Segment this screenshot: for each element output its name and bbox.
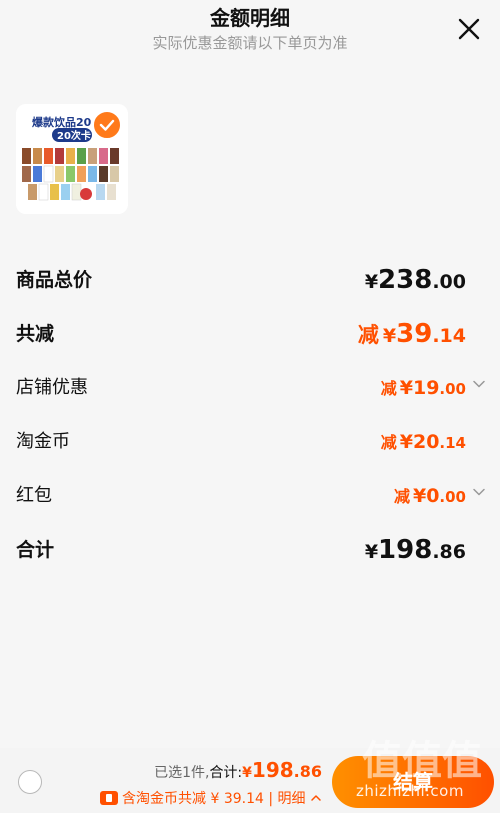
currency-symbol: ¥: [399, 377, 413, 399]
currency-symbol: ¥: [242, 765, 252, 781]
product-image-text-1: 爆款饮品20: [32, 115, 92, 129]
taojinbi-amount: 减 ¥20.14: [381, 429, 466, 453]
chevron-down-icon[interactable]: [472, 377, 486, 391]
red-packet-row[interactable]: 红包 减 ¥0.00: [16, 481, 485, 511]
total-reduce-row: 共减 减 ¥39.14: [16, 319, 466, 349]
close-icon[interactable]: [456, 16, 482, 42]
sheet-header: 金额明细 实际优惠金额请以下单页为准: [0, 0, 500, 60]
red-packet-label: 红包: [16, 485, 52, 506]
amount-detail-sheet: 金额明细 实际优惠金额请以下单页为准 爆款饮品20 20次卡 商品总价 ¥238…: [0, 0, 500, 813]
amount-decimal: .14: [439, 434, 466, 452]
shop-discount-label: 店铺优惠: [16, 377, 88, 398]
watermark-text: zhizhizhi.com: [356, 782, 464, 800]
total-value: ¥198.86: [242, 758, 322, 782]
amount-decimal: .00: [439, 380, 466, 398]
currency-symbol: ¥: [382, 325, 397, 347]
product-image-text-2: 20次卡: [57, 129, 91, 142]
amount-integer: 19: [412, 377, 440, 399]
amount-integer: 0: [426, 485, 440, 507]
amount-integer: 20: [412, 431, 440, 453]
goods-total-amount: ¥238.00: [365, 265, 466, 295]
grand-total-amount: ¥198.86: [365, 535, 466, 565]
grand-total-row: 合计 ¥198.86: [16, 535, 466, 565]
checkout-bar: 已选1件,合计:¥198.86 含淘金币共减 ¥ 39.14 | 明细 结算: [0, 748, 500, 813]
amount-integer: 198: [378, 535, 433, 565]
amount-integer: 198: [251, 758, 294, 782]
currency-symbol: ¥: [364, 271, 379, 293]
coupon-icon: [100, 791, 119, 805]
amount-decimal: .86: [432, 541, 466, 563]
sheet-subtitle: 实际优惠金额请以下单页为准: [152, 34, 348, 52]
shop-discount-row[interactable]: 店铺优惠 减 ¥19.00: [16, 373, 485, 403]
goods-total-label: 商品总价: [16, 269, 93, 291]
goods-total-row: 商品总价 ¥238.00: [16, 265, 466, 295]
selected-summary: 已选1件,合计:¥198.86: [154, 758, 322, 782]
chevron-up-icon: [311, 795, 321, 801]
product-selected-check[interactable]: [92, 110, 122, 140]
amount-decimal: .00: [432, 271, 466, 293]
total-label: 合计:: [209, 765, 243, 781]
taojinbi-row: 淘金币 减 ¥20.14: [16, 427, 466, 457]
amount-decimal: .00: [439, 488, 466, 506]
reduce-prefix: 减: [393, 487, 410, 506]
currency-symbol: ¥: [399, 431, 413, 453]
currency-symbol: ¥: [364, 541, 379, 563]
shop-discount-amount: 减 ¥19.00: [381, 375, 466, 399]
amount-decimal: .86: [293, 762, 322, 781]
reduce-prefix: 减: [357, 323, 379, 347]
amount-integer: 39: [396, 319, 433, 349]
coin-discount-text: 含淘金币共减 ¥ 39.14 | 明细: [122, 791, 306, 807]
sheet-title: 金额明细: [210, 6, 290, 30]
red-packet-amount: 减 ¥0.00: [394, 483, 466, 507]
amount-integer: 238: [378, 265, 433, 295]
reduce-prefix: 减: [380, 379, 397, 398]
amount-decimal: .14: [432, 325, 466, 347]
currency-symbol: ¥: [412, 485, 427, 507]
coin-discount-detail-link[interactable]: 含淘金币共减 ¥ 39.14 | 明细: [100, 788, 322, 808]
select-all-radio[interactable]: [18, 770, 42, 794]
chevron-down-icon[interactable]: [472, 485, 486, 499]
total-reduce-amount: 减 ¥39.14: [358, 319, 466, 349]
taojinbi-label: 淘金币: [16, 431, 70, 452]
reduce-prefix: 减: [380, 433, 397, 452]
check-icon: [99, 119, 115, 131]
total-reduce-label: 共减: [16, 323, 55, 345]
grand-total-label: 合计: [16, 539, 55, 561]
selected-count: 已选1件,: [154, 765, 210, 781]
